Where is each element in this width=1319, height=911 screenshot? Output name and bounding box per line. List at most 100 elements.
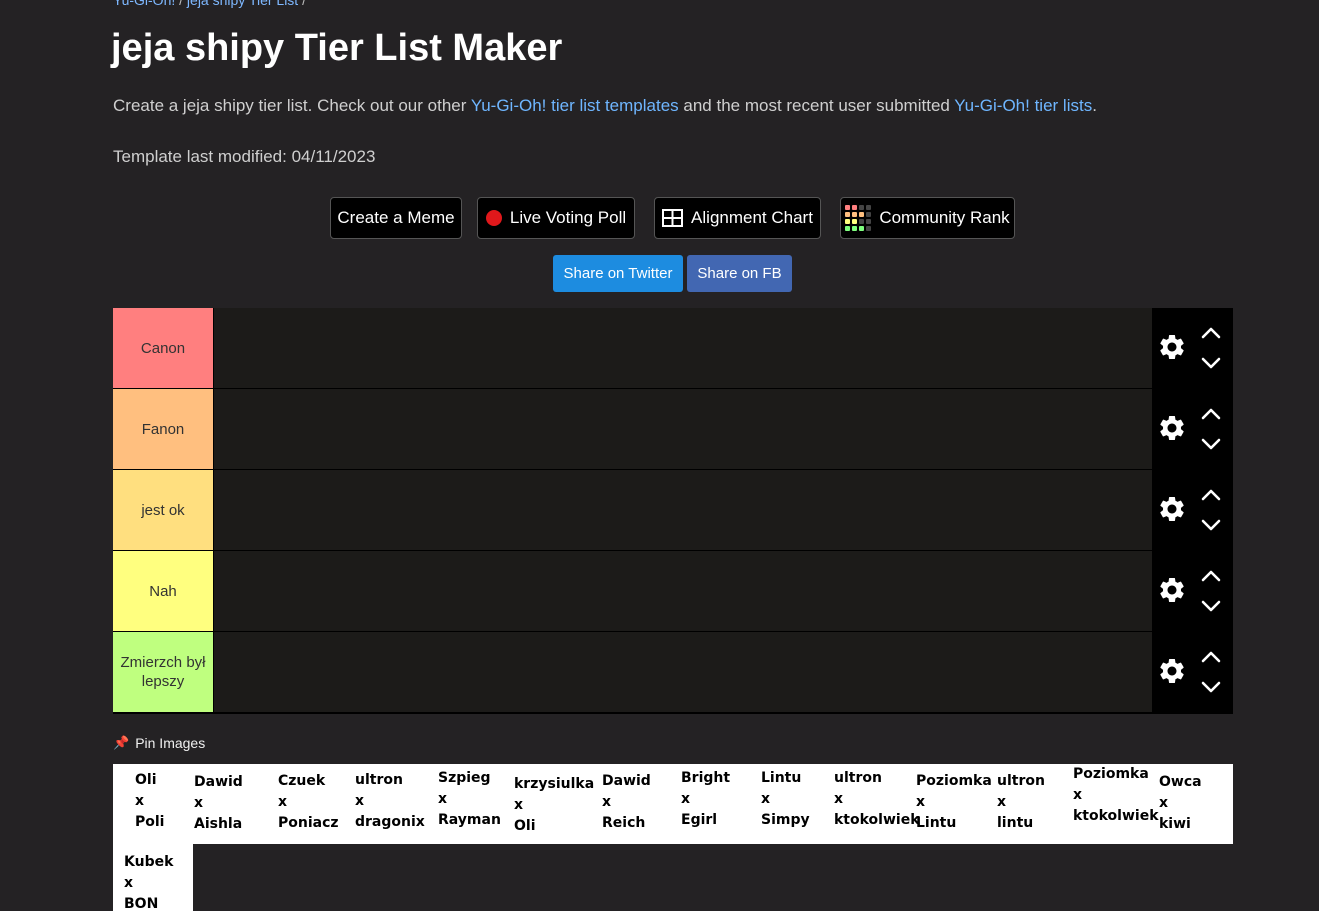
chevron-down-icon[interactable]	[1200, 518, 1222, 532]
card-text: Egirl	[681, 812, 718, 828]
card-text: Dawid	[194, 774, 243, 790]
chevron-up-icon[interactable]	[1200, 407, 1222, 421]
card-text: Lintu	[761, 770, 802, 786]
gear-icon[interactable]	[1157, 332, 1187, 362]
templates-link[interactable]: Yu-Gi-Oh! tier list templates	[471, 96, 679, 115]
card-text: x	[1073, 787, 1083, 803]
chevron-up-icon[interactable]	[1200, 650, 1222, 664]
card-text: Lintu	[916, 815, 957, 831]
card-text: Simpy	[761, 812, 810, 828]
action-buttons: Create a Meme Live Voting Poll Alignment…	[0, 197, 1319, 239]
share-buttons: Share on Twitter Share on FB	[0, 255, 1319, 292]
gear-icon[interactable]	[1157, 413, 1187, 443]
chevron-down-icon[interactable]	[1200, 599, 1222, 613]
card-text: Rayman	[438, 812, 501, 828]
tier-item-card[interactable]: Lintu x Simpy	[761, 764, 810, 844]
tier-label[interactable]: Fanon	[113, 389, 214, 469]
user-tier-lists-link[interactable]: Yu-Gi-Oh! tier lists	[954, 96, 1092, 115]
card-text: ktokolwiek	[1073, 808, 1159, 824]
tier-item-card[interactable]: Szpieg x Rayman	[438, 764, 501, 844]
chevron-up-icon[interactable]	[1200, 569, 1222, 583]
tier-drop-zone[interactable]	[214, 308, 1152, 388]
card-text: x	[135, 793, 145, 809]
tier-item-card[interactable]: Czuek x Poniacz	[278, 764, 339, 844]
image-pool: Oli x Poli Dawid x Aishla Czuek x Poniacz ultron x…	[113, 764, 1233, 844]
tier-item-card[interactable]: Kubek x BON	[124, 844, 173, 911]
card-text: ultron	[997, 773, 1045, 789]
breadcrumb-link-yugioh[interactable]: Yu-Gi-Oh!	[113, 0, 175, 8]
tier-label[interactable]: Canon	[113, 308, 214, 388]
chevron-down-icon[interactable]	[1200, 437, 1222, 451]
chevron-down-icon[interactable]	[1200, 680, 1222, 694]
tier-item-card[interactable]: Dawid x Aishla	[194, 764, 243, 844]
share-twitter-button[interactable]: Share on Twitter	[553, 255, 683, 292]
card-text: x	[681, 791, 691, 807]
tier-drop-zone[interactable]	[214, 632, 1152, 712]
breadcrumb: Yu-Gi-Oh! / jeja shipy Tier List /	[113, 0, 306, 8]
community-rank-button[interactable]: Community Rank	[840, 197, 1015, 239]
share-fb-button[interactable]: Share on FB	[687, 255, 792, 292]
card-text: x	[194, 795, 204, 811]
page-description: Create a jeja shipy tier list. Check out…	[113, 96, 1097, 116]
chevron-down-icon[interactable]	[1200, 356, 1222, 370]
chevron-up-icon[interactable]	[1200, 488, 1222, 502]
tier-drop-zone[interactable]	[214, 551, 1152, 631]
card-text: x	[278, 794, 288, 810]
card-text: kiwi	[1159, 816, 1191, 832]
chevron-up-icon[interactable]	[1200, 326, 1222, 340]
create-meme-button[interactable]: Create a Meme	[330, 197, 462, 239]
tier-controls	[1152, 470, 1233, 550]
page-title: jeja shipy Tier List Maker	[111, 27, 563, 69]
card-text: ultron	[834, 770, 882, 786]
tier-drop-zone[interactable]	[214, 470, 1152, 550]
gear-icon[interactable]	[1157, 494, 1187, 524]
pushpin-icon: 📌	[113, 735, 130, 750]
description-text: Create a jeja shipy tier list. Check out…	[113, 96, 471, 115]
card-text: x	[916, 794, 926, 810]
tier-item-card[interactable]: Bright x Egirl	[681, 764, 730, 844]
tier-item-card[interactable]: Owca x kiwi	[1159, 764, 1202, 844]
card-text: Bright	[681, 770, 731, 786]
card-text: ultron	[355, 772, 403, 788]
description-text: .	[1092, 96, 1097, 115]
tier-item-card[interactable]: Poziomka x Lintu	[916, 764, 992, 844]
card-text: krzysiulka	[514, 776, 595, 792]
tier-item-card[interactable]: ultron x lintu	[997, 764, 1045, 844]
tier-label[interactable]: jest ok	[113, 470, 214, 550]
tier-controls	[1152, 389, 1233, 469]
tier-drop-zone[interactable]	[214, 389, 1152, 469]
tier-item-card[interactable]: krzysiulka x Oli	[514, 764, 594, 844]
card-text: x	[514, 797, 524, 813]
card-text: Poli	[135, 814, 165, 830]
tier-item-card[interactable]: Dawid x Reich	[602, 764, 651, 844]
tier-controls	[1152, 551, 1233, 631]
gear-icon[interactable]	[1157, 575, 1187, 605]
card-text: Kubek	[124, 854, 174, 870]
pin-images-toggle[interactable]: 📌 Pin Images	[113, 735, 205, 751]
tier-item-card[interactable]: Poziomka x ktokolwiek	[1073, 764, 1159, 844]
description-text: and the most recent user submitted	[678, 96, 955, 115]
card-text: Poziomka	[1073, 766, 1149, 782]
card-text: Szpieg	[438, 770, 491, 786]
community-rank-label: Community Rank	[879, 208, 1010, 227]
breadcrumb-separator: /	[179, 0, 184, 8]
tier-item-card[interactable]: ultron x ktokolwiek	[834, 764, 920, 844]
card-text: x	[761, 791, 771, 807]
tier-label[interactable]: Zmierzch był lepszy	[113, 632, 214, 712]
tier-item-card[interactable]: ultron x dragonix	[355, 764, 425, 844]
card-text: lintu	[997, 815, 1034, 831]
tier-label[interactable]: Nah	[113, 551, 214, 631]
card-text: Aishla	[194, 816, 243, 832]
alignment-chart-button[interactable]: Alignment Chart	[654, 197, 821, 239]
card-text: Dawid	[602, 773, 651, 789]
live-voting-poll-label: Live Voting Poll	[509, 208, 627, 227]
alignment-chart-label: Alignment Chart	[691, 208, 813, 227]
tier-controls	[1152, 632, 1233, 712]
breadcrumb-link-jeja-shipy[interactable]: jeja shipy Tier List	[187, 0, 298, 8]
gear-icon[interactable]	[1157, 656, 1187, 686]
card-text: x	[602, 794, 612, 810]
tier-item-card[interactable]: Oli x Poli	[135, 764, 164, 844]
card-text: Poniacz	[278, 815, 339, 831]
tier-row: Zmierzch był lepszy	[113, 632, 1233, 713]
live-voting-poll-button[interactable]: Live Voting Poll	[477, 197, 635, 239]
